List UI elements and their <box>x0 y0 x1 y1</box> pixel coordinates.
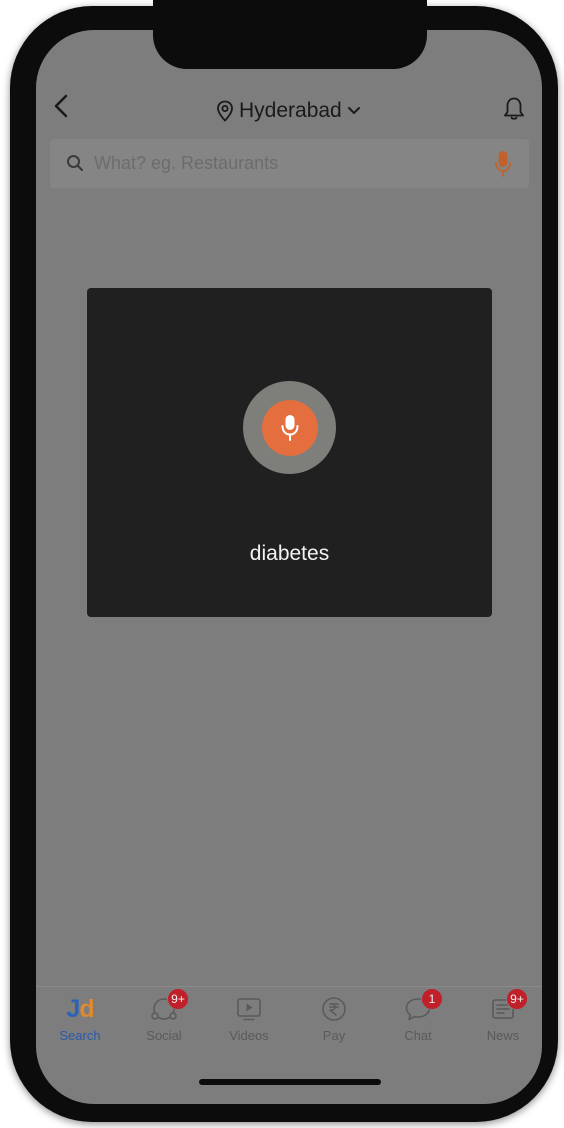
search-icon <box>67 155 84 172</box>
nav-label-social: Social <box>146 1028 182 1043</box>
location-label: Hyderabad <box>239 99 342 122</box>
voice-search-mic-icon[interactable] <box>494 150 512 178</box>
jd-logo-icon: Jd <box>66 995 94 1023</box>
chat-badge: 1 <box>421 988 443 1010</box>
microphone-icon <box>281 415 299 441</box>
video-play-icon <box>237 998 261 1021</box>
location-pin-icon <box>217 100 233 122</box>
voice-transcript: diabetes <box>249 542 330 565</box>
notifications-button[interactable] <box>500 94 528 124</box>
nav-label-news: News <box>486 1028 520 1043</box>
chevron-left-icon <box>54 94 68 118</box>
news-badge: 9+ <box>506 988 528 1010</box>
nav-tab-social[interactable]: 9+ Social <box>134 988 194 1048</box>
nav-label-search: Search <box>59 1028 101 1043</box>
nav-label-chat: Chat <box>404 1028 432 1043</box>
nav-label-pay: Pay <box>322 1028 346 1043</box>
nav-tab-chat[interactable]: 1 Chat <box>388 988 448 1048</box>
search-input[interactable] <box>94 147 474 179</box>
nav-tab-search[interactable]: Jd Search <box>50 992 110 1048</box>
location-selector[interactable]: Hyderabad <box>216 96 361 126</box>
mic-button[interactable] <box>262 400 318 456</box>
voice-search-dialog: diabetes <box>87 288 492 617</box>
nav-label-videos: Videos <box>229 1028 269 1043</box>
home-indicator[interactable] <box>199 1079 381 1085</box>
nav-tab-pay[interactable]: Pay <box>304 992 364 1048</box>
search-bar[interactable] <box>50 139 529 188</box>
rupee-icon <box>322 997 346 1021</box>
social-badge: 9+ <box>167 988 189 1010</box>
device-notch <box>153 0 427 69</box>
nav-tab-news[interactable]: 9+ News <box>473 988 533 1048</box>
nav-tab-videos[interactable]: Videos <box>219 992 279 1048</box>
bell-icon <box>504 97 524 120</box>
bottom-nav-divider <box>36 986 542 987</box>
mic-listening-ring[interactable] <box>243 381 336 474</box>
chevron-down-icon <box>347 107 360 114</box>
back-button[interactable] <box>48 90 74 122</box>
